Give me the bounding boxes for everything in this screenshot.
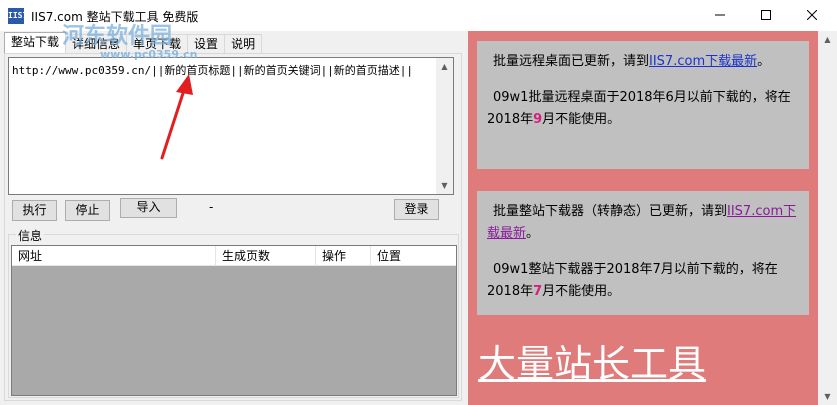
notice-remote-desktop: 批量远程桌面已更新，请到IIS7.com下载最新。 09w1批量远程桌面于201… [477, 41, 809, 169]
notice-text: 批量远程桌面已更新，请到 [493, 54, 650, 69]
list-header: 网址 生成页数 操作 位置 [12, 246, 456, 266]
status-text: - [209, 200, 214, 214]
download-link[interactable]: IIS7.com下载最新 [649, 54, 757, 69]
watermark-url: www.pc0359.cn [100, 48, 198, 61]
notice-text: 批量整站下载器（转静态）已更新，请到 [493, 204, 728, 219]
scroll-down-icon[interactable]: ▼ [436, 177, 453, 194]
maximize-icon [761, 10, 771, 20]
notice-detail-suffix: 月不能使用。 [542, 284, 621, 299]
info-label: 信息 [16, 227, 45, 244]
app-icon: IIS7 [8, 8, 27, 24]
tab-help[interactable]: 说明 [224, 34, 263, 53]
red-arrow-annotation [160, 74, 193, 160]
login-button[interactable]: 登录 [394, 199, 439, 220]
highlight-month: 7 [533, 284, 543, 299]
news-panel-scrollbar[interactable]: ▲ ▼ [818, 31, 837, 405]
stop-button[interactable]: 停止 [65, 200, 110, 221]
news-panel: 批量远程桌面已更新，请到IIS7.com下载最新。 09w1批量远程桌面于201… [468, 31, 818, 405]
scroll-up-icon[interactable]: ▲ [436, 58, 453, 75]
notice-detail-suffix: 月不能使用。 [542, 112, 621, 127]
left-panel: 整站下载 详细信息 单页下载 设置 说明 http://www.pc0359.c… [0, 31, 468, 405]
close-button[interactable] [789, 0, 835, 31]
run-button[interactable]: 执行 [12, 200, 57, 221]
scroll-down-icon[interactable]: ▼ [818, 388, 837, 405]
close-icon [807, 10, 817, 20]
tab-site-download[interactable]: 整站下载 [4, 32, 67, 53]
watermark: 河东软件园 [62, 24, 173, 49]
minimize-icon [715, 14, 725, 16]
url-input-value: http://www.pc0359.cn/||新的首页标题||新的首页关键词||… [12, 64, 414, 77]
column-action[interactable]: 操作 [316, 246, 371, 266]
maximize-button[interactable] [743, 0, 789, 31]
url-input[interactable]: http://www.pc0359.cn/||新的首页标题||新的首页关键词||… [8, 57, 454, 195]
column-url[interactable]: 网址 [12, 246, 216, 266]
column-pages[interactable]: 生成页数 [216, 246, 316, 266]
tab-panel: http://www.pc0359.cn/||新的首页标题||新的首页关键词||… [4, 53, 462, 401]
info-group: 信息 网址 生成页数 操作 位置 [8, 227, 459, 398]
minimize-button[interactable] [697, 0, 743, 31]
tools-banner-link[interactable]: 大量站长工具 [478, 333, 706, 388]
notice-detail: 09w1整站下载器于2018年7月以前下载的，将在2018年 [487, 262, 778, 299]
url-input-scrollbar[interactable]: ▲ ▼ [436, 58, 453, 194]
notice-site-downloader: 批量整站下载器（转静态）已更新，请到IIS7.com下载最新。 09w1整站下载… [477, 191, 809, 315]
notice-suffix: 。 [526, 226, 540, 241]
notice-suffix: 。 [757, 54, 771, 69]
column-location[interactable]: 位置 [371, 246, 456, 266]
highlight-month: 9 [533, 112, 543, 127]
info-list[interactable]: 网址 生成页数 操作 位置 [11, 245, 457, 396]
import-button[interactable]: 导入 [120, 198, 177, 218]
scroll-up-icon[interactable]: ▲ [818, 31, 837, 48]
